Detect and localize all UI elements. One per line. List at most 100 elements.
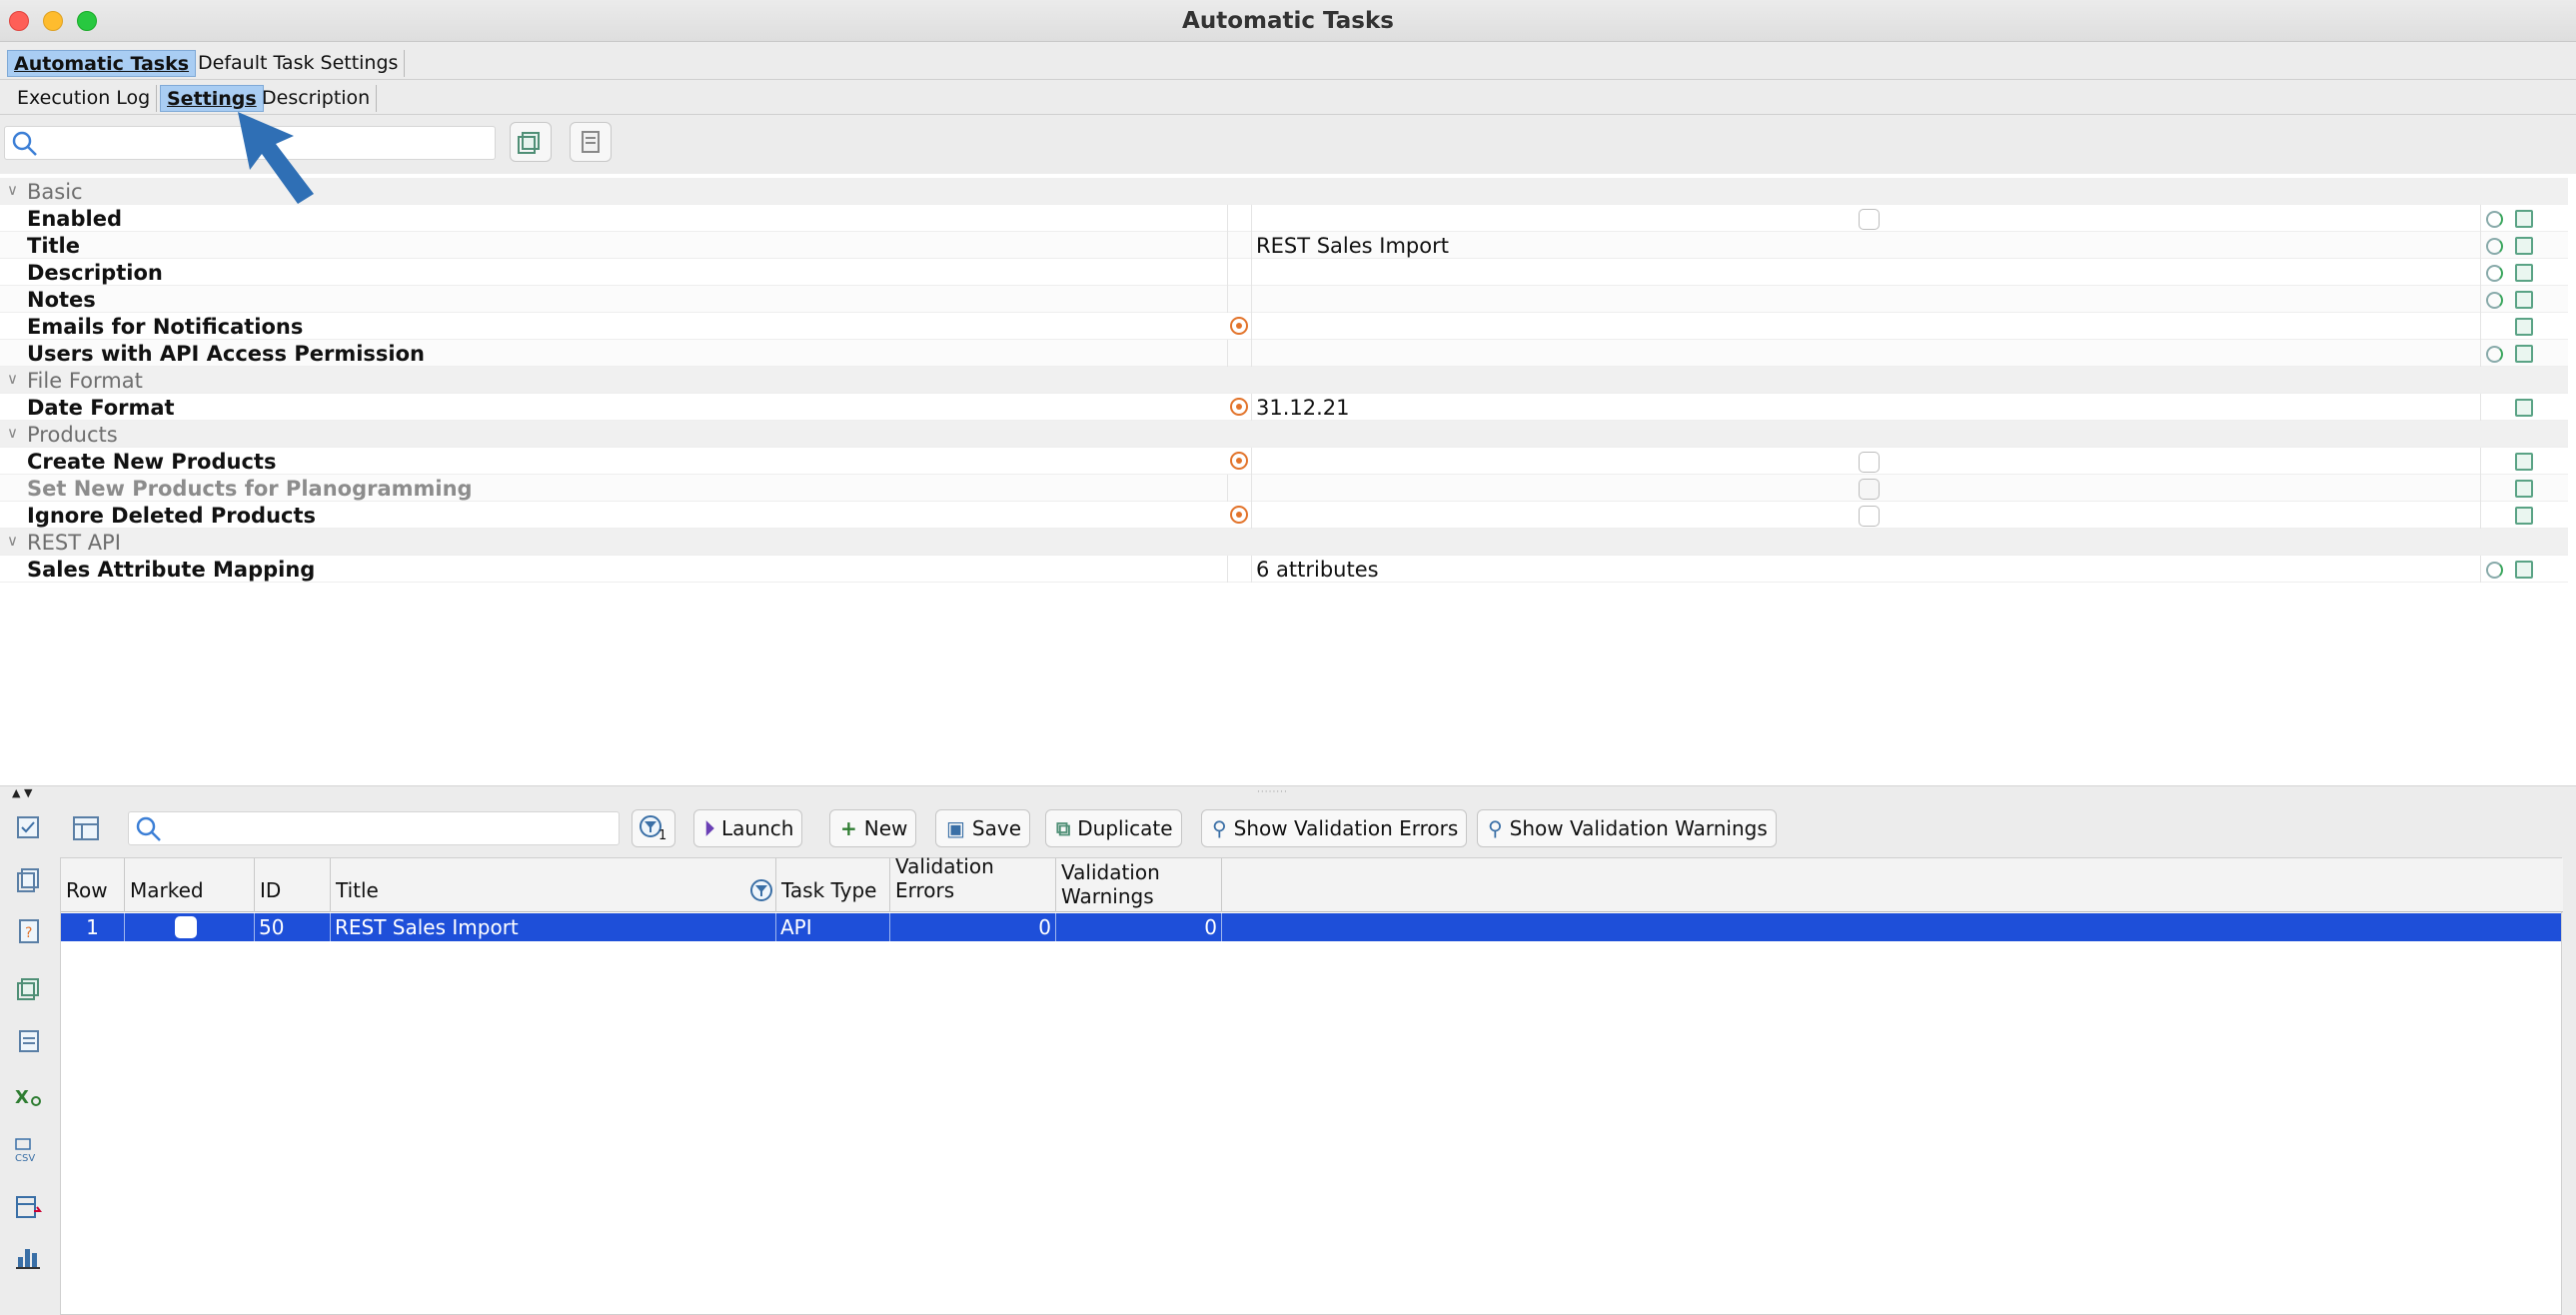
collapse-all-button[interactable] [570, 122, 612, 162]
setting-row-create-new-products: Create New Products [0, 448, 2568, 475]
pointer-arrow-icon [238, 112, 314, 204]
required-indicator-icon [1230, 506, 1248, 524]
save-icon: ▣ [946, 816, 965, 840]
cell-title: REST Sales Import [331, 913, 776, 941]
cell-id: 50 [255, 913, 331, 941]
task-search-input[interactable] [128, 811, 620, 845]
cell-marked [125, 913, 255, 941]
cell-row: 1 [61, 913, 125, 941]
reset-icon[interactable] [2486, 211, 2503, 228]
reset-icon[interactable] [2486, 265, 2503, 282]
search-icon [136, 816, 161, 841]
checklist-icon[interactable] [14, 813, 42, 841]
column-header-validation-errors[interactable]: Validation Errors [890, 854, 1056, 912]
chevron-down-icon: ∨ [7, 370, 18, 388]
group-rest-api[interactable]: ∨ REST API [0, 529, 2568, 556]
chevron-down-icon: ∨ [7, 424, 18, 442]
chevron-down-icon: ∨ [7, 532, 18, 550]
csv-export-icon[interactable]: CSV [14, 1135, 42, 1163]
expand-all-button[interactable] [510, 122, 552, 162]
copy-icon[interactable] [2515, 453, 2533, 471]
reset-icon[interactable] [2486, 346, 2503, 363]
copy-icon[interactable] [2515, 291, 2533, 309]
table-header: Row Marked ID Title Task Type Validation… [61, 854, 2563, 912]
title-bar: Automatic Tasks [0, 0, 2576, 42]
tab-description[interactable]: Description [256, 85, 378, 112]
table-sync-icon[interactable] [14, 1193, 42, 1221]
setting-row-emails-for-notifications: Emails for Notifications [0, 313, 2568, 340]
magnifier-info-icon: ⚲ [1488, 816, 1503, 840]
settings-property-grid: ∨ Basic Enabled Title REST Sales Import … [0, 174, 2576, 785]
planogramming-checkbox [1859, 479, 1880, 500]
tab-automatic-tasks[interactable]: Automatic Tasks [7, 50, 197, 77]
setting-row-notes: Notes [0, 286, 2568, 313]
show-validation-warnings-button[interactable]: ⚲ Show Validation Warnings [1477, 809, 1777, 847]
create-new-products-checkbox[interactable] [1859, 452, 1880, 473]
required-indicator-icon [1230, 452, 1248, 470]
reset-icon[interactable] [2486, 562, 2503, 579]
reset-icon[interactable] [2486, 292, 2503, 309]
column-header-validation-warnings[interactable]: Validation Warnings [1056, 858, 1222, 912]
group-basic[interactable]: ∨ Basic [0, 178, 2568, 205]
copy-icon[interactable] [2515, 507, 2533, 525]
cell-validation-errors: 0 [890, 913, 1056, 941]
splitter-arrows-icon[interactable]: ▲ ▼ [12, 786, 32, 799]
filter-button[interactable]: 1 [632, 809, 675, 847]
date-format-value[interactable]: 31.12.21 [1256, 396, 1350, 420]
show-validation-errors-button[interactable]: ⚲ Show Validation Errors [1201, 809, 1468, 847]
title-value[interactable]: REST Sales Import [1256, 234, 1449, 258]
new-button[interactable]: + New [829, 809, 917, 847]
table-settings-icon[interactable] [72, 813, 104, 843]
sales-attribute-mapping-value[interactable]: 6 attributes [1256, 558, 1379, 582]
tab-execution-log[interactable]: Execution Log [11, 85, 158, 112]
copy-icon[interactable] [2515, 237, 2533, 255]
column-header-task-type[interactable]: Task Type [776, 858, 890, 912]
copy-icon[interactable] [2515, 210, 2533, 228]
svg-text:CSV: CSV [15, 1153, 35, 1163]
copy-icon[interactable] [2515, 399, 2533, 417]
duplicate-icon[interactable] [14, 975, 42, 1003]
tasks-table: Row Marked ID Title Task Type Validation… [60, 854, 2563, 1315]
group-file-format[interactable]: ∨ File Format [0, 367, 2568, 394]
ignore-deleted-products-checkbox[interactable] [1859, 506, 1880, 527]
pane-splitter[interactable]: ▲ ▼ ········ [0, 785, 2576, 799]
bar-chart-icon[interactable] [14, 1243, 42, 1271]
document-list-icon [582, 131, 600, 153]
copy-icon[interactable] [2515, 480, 2533, 498]
setting-row-sales-attribute-mapping: Sales Attribute Mapping 6 attributes [0, 556, 2568, 583]
chevron-down-icon: ∨ [7, 181, 18, 199]
left-toolbar: ? X CSV [0, 799, 58, 1315]
copy-icon[interactable] [2515, 345, 2533, 363]
sub-tab-bar: Execution Log Settings Description [0, 81, 2576, 115]
copy-icon[interactable] [2515, 561, 2533, 579]
copy-icon[interactable] [2515, 318, 2533, 336]
excel-export-icon[interactable]: X [14, 1083, 42, 1111]
tab-settings[interactable]: Settings [160, 85, 264, 112]
svg-text:?: ? [25, 925, 32, 941]
save-button[interactable]: ▣ Save [935, 809, 1030, 847]
marked-checkbox[interactable] [175, 916, 197, 938]
column-header-marked[interactable]: Marked [125, 858, 255, 912]
launch-button[interactable]: ⏵ Launch [693, 809, 803, 847]
column-header-title[interactable]: Title [331, 858, 776, 912]
reset-icon[interactable] [2486, 238, 2503, 255]
duplicate-icon: ⧉ [1056, 816, 1071, 840]
copy-view-icon [518, 132, 540, 154]
duplicate-button[interactable]: ⧉ Duplicate [1045, 809, 1182, 847]
tab-default-task-settings[interactable]: Default Task Settings [192, 50, 406, 77]
column-header-id[interactable]: ID [255, 858, 331, 912]
svg-text:X: X [15, 1087, 29, 1108]
group-products[interactable]: ∨ Products [0, 421, 2568, 448]
setting-row-ignore-deleted-products: Ignore Deleted Products [0, 502, 2568, 529]
table-row[interactable]: 1 50 REST Sales Import API 0 0 [61, 913, 2561, 941]
copy-icon[interactable] [2515, 264, 2533, 282]
column-filter-icon[interactable] [749, 878, 773, 902]
copy-icon[interactable] [14, 865, 42, 893]
help-document-icon[interactable]: ? [14, 917, 42, 945]
required-indicator-icon [1230, 317, 1248, 335]
enabled-checkbox[interactable] [1859, 209, 1880, 230]
splitter-grip-icon[interactable]: ········ [1257, 787, 1288, 797]
setting-row-set-new-products-planogramming: Set New Products for Planogramming [0, 475, 2568, 502]
column-header-row[interactable]: Row [61, 858, 125, 912]
document-list-icon[interactable] [14, 1027, 42, 1055]
